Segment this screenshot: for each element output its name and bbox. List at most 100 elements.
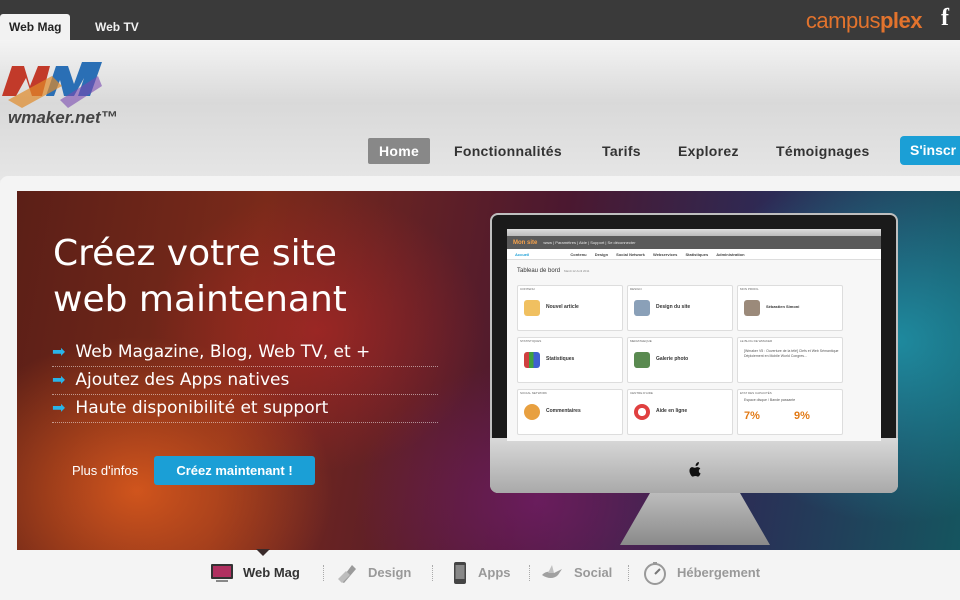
card-caption: LE BLOG DE WMAKER <box>740 339 773 343</box>
speech-bubble-icon <box>524 404 540 420</box>
gauge-icon <box>644 562 666 585</box>
active-tab-pointer <box>256 549 270 556</box>
nav-fonctionnalites[interactable]: Fonctionnalités <box>454 138 562 164</box>
feature-label: Web Magazine, Blog, Web TV, et + <box>75 342 371 362</box>
apple-logo-icon <box>689 462 701 477</box>
dashboard-title: Tableau de bord Mardi 12 Avril 2011 <box>517 268 881 274</box>
monitor-icon <box>211 564 233 582</box>
nav-tarifs[interactable]: Tarifs <box>602 138 641 164</box>
avatar <box>744 300 760 316</box>
feature-item: ➡ Haute disponibilité et support <box>52 395 438 423</box>
card-label: Commentaires <box>546 408 581 414</box>
menu-contenu: Contenu <box>570 252 587 257</box>
tab-label: Design <box>368 565 412 580</box>
menu-webservices: Webservices <box>652 252 678 257</box>
card-caption: ETAT DES CAPACITÉS <box>740 391 772 395</box>
bandwidth-percent: 9% <box>794 410 810 422</box>
menu-administration: Administration <box>716 252 745 257</box>
design-tools-icon <box>338 565 356 583</box>
card-text: [Wmaker V5 : Ouverture de la télé] Clefs… <box>744 349 839 358</box>
dashboard-title-text: Tableau de bord <box>517 268 561 274</box>
tab-separator <box>432 565 433 581</box>
dashboard-card: LE BLOG DE WMAKER [Wmaker V5 : Ouverture… <box>737 337 843 383</box>
card-caption: SOCIAL NETWORK <box>520 391 548 395</box>
arrow-right-icon: ➡ <box>52 398 66 417</box>
hero-title-line1: Créez votre site <box>53 233 337 274</box>
pencil-icon <box>524 300 540 316</box>
card-caption: MON PROFIL <box>740 287 759 291</box>
backoffice-screenshot: Mon site www | Paramètres | Aide | Suppor… <box>507 229 881 441</box>
nav-home[interactable]: Home <box>368 138 430 164</box>
photo-icon <box>634 352 650 368</box>
nav-explorez[interactable]: Explorez <box>678 138 739 164</box>
menu-accueil: Accueil <box>515 252 530 257</box>
card-text: Espace disque / Bande passante <box>744 398 796 402</box>
card-caption: STATISTIQUES <box>520 339 542 343</box>
tab-label: Apps <box>478 565 511 580</box>
feature-item: ➡ Web Magazine, Blog, Web TV, et + <box>52 339 438 367</box>
dashboard-card: CONTENU Nouvel article <box>517 285 623 331</box>
site-links: www | Paramètres | Aide | Support | Se d… <box>543 240 636 245</box>
card-caption: MEDIATHEQUE <box>630 339 652 343</box>
phone-icon <box>454 562 466 584</box>
tab-web-mag[interactable]: Web Mag <box>0 14 71 40</box>
tab-label: Hébergement <box>677 565 761 580</box>
tab-label: Social <box>574 565 613 580</box>
tab-web-tv[interactable]: Web TV <box>86 14 148 40</box>
brand-part1: campus <box>805 8 881 33</box>
feature-item: ➡ Ajoutez des Apps natives <box>52 367 438 395</box>
lifebuoy-icon <box>634 404 650 420</box>
signup-button[interactable]: S'inscr <box>900 136 960 165</box>
tab-hebergement-feature[interactable]: Hébergement <box>643 558 773 588</box>
facebook-icon[interactable]: f <box>941 5 949 32</box>
feature-label: Haute disponibilité et support <box>75 398 329 418</box>
logo-text: wmaker.net™ <box>8 108 118 127</box>
tab-design-feature[interactable]: Design <box>336 558 426 588</box>
dashboard-card: MON PROFIL Sébastien Simoni <box>737 285 843 331</box>
dashboard-card: STATISTIQUES Statistiques <box>517 337 623 383</box>
card-label: Statistiques <box>546 356 575 362</box>
menu-design: Design <box>594 252 609 257</box>
tab-label: Web Mag <box>243 565 300 580</box>
dashboard-card: ETAT DES CAPACITÉS Espace disque / Bande… <box>737 389 843 435</box>
bird-icon <box>542 565 562 578</box>
feature-label: Ajoutez des Apps natives <box>75 370 290 390</box>
hero-title: Créez votre site web maintenant <box>53 231 473 323</box>
tab-social-feature[interactable]: Social <box>540 558 620 588</box>
card-caption: CENTRE D'AIDE <box>630 391 653 395</box>
menu-social: Social Network <box>616 252 645 257</box>
campusplex-logo[interactable]: campusplex <box>805 8 923 34</box>
create-now-button[interactable]: Créez maintenant ! <box>154 456 315 485</box>
window-titlebar <box>507 229 881 236</box>
tab-apps-feature[interactable]: Apps <box>448 558 518 588</box>
disk-percent: 7% <box>744 410 760 422</box>
card-label: Design du site <box>656 304 691 310</box>
hero-title-line2: web maintenant <box>53 279 347 320</box>
card-label: Nouvel article <box>546 304 579 310</box>
dashboard-card: SOCIAL NETWORK Commentaires <box>517 389 623 435</box>
hero-banner: Créez votre site web maintenant ➡ Web Ma… <box>17 191 960 550</box>
wmaker-logo-icon[interactable] <box>2 56 112 116</box>
card-label: Aide en ligne <box>656 408 688 414</box>
menu-statistiques: Statistiques <box>685 252 709 257</box>
arrow-right-icon: ➡ <box>52 342 66 361</box>
dashboard-date: Mardi 12 Avril 2011 <box>564 269 590 273</box>
backoffice-menu: Accueil Contenu Design Social Network We… <box>507 249 881 260</box>
card-caption: CONTENU <box>520 287 535 291</box>
card-caption: DESIGN <box>630 287 642 291</box>
brush-icon <box>634 300 650 316</box>
tab-separator <box>323 565 324 581</box>
tab-web-mag-feature[interactable]: Web Mag <box>210 558 310 588</box>
arrow-right-icon: ➡ <box>52 370 66 389</box>
card-label: Sébastien Simoni <box>766 304 800 309</box>
card-label: Galerie photo <box>656 356 689 362</box>
nav-temoignages[interactable]: Témoignages <box>776 138 870 164</box>
site-label: Mon site <box>513 240 538 246</box>
brand-part2: plex <box>879 8 923 33</box>
imac-stand <box>620 493 770 545</box>
bar-chart-icon <box>524 352 540 368</box>
dashboard-card: CENTRE D'AIDE Aide en ligne <box>627 389 733 435</box>
tab-separator <box>628 565 629 581</box>
more-info-link[interactable]: Plus d'infos <box>72 463 138 478</box>
site-header-bar: Mon site www | Paramètres | Aide | Suppor… <box>507 236 881 249</box>
